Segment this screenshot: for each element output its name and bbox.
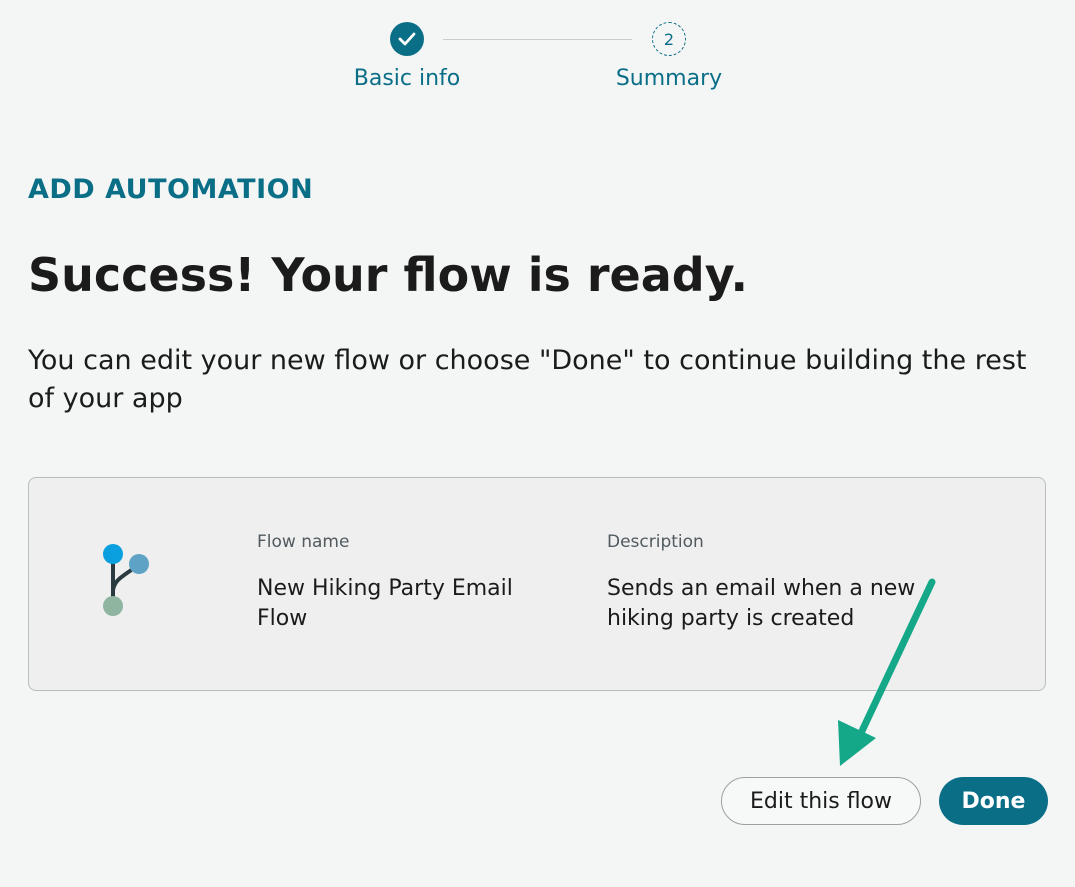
flow-name-field: Flow name New Hiking Party Email Flow [257, 532, 557, 634]
flow-description-value: Sends an email when a new hiking party i… [607, 576, 916, 631]
progress-stepper: Basic info 2 Summary [0, 0, 1075, 110]
step-number-indicator: 2 [652, 22, 686, 56]
flow-summary-card: Flow name New Hiking Party Email Flow De… [28, 477, 1046, 691]
flow-name-value: New Hiking Party Email Flow [257, 576, 513, 631]
checkmark-icon [398, 32, 416, 46]
page-subtitle: You can edit your new flow or choose "Do… [28, 345, 1027, 414]
flow-branch-icon [103, 544, 149, 616]
step-complete-indicator [390, 22, 424, 56]
step-summary[interactable]: 2 Summary [579, 22, 759, 91]
flow-name-label: Flow name [257, 532, 350, 552]
page-title: Success! Your flow is ready. [28, 248, 748, 302]
step-label: Basic info [353, 66, 461, 91]
done-button[interactable]: Done [939, 777, 1048, 825]
flow-description-label: Description [607, 532, 704, 552]
edit-flow-button[interactable]: Edit this flow [721, 777, 921, 825]
step-basic-info[interactable]: Basic info [317, 22, 497, 91]
step-label: Summary [615, 66, 723, 91]
section-eyebrow: ADD AUTOMATION [28, 174, 314, 205]
flow-description-field: Description Sends an email when a new hi… [607, 532, 967, 634]
